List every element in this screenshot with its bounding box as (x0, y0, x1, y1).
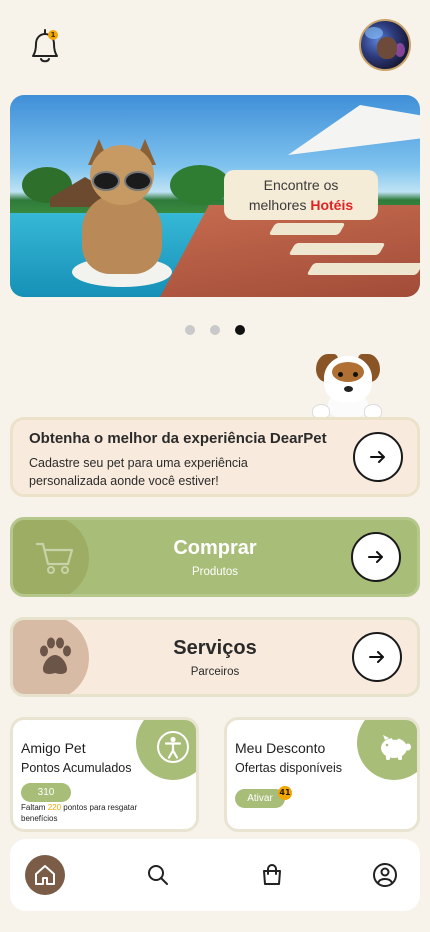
banner-caption: Encontre os melhores Hotéis (224, 170, 378, 220)
home-icon (35, 865, 55, 885)
carousel-dot-3[interactable] (235, 325, 245, 335)
carousel-dot-2[interactable] (210, 325, 220, 335)
dog-with-sunglasses-image (72, 139, 172, 289)
register-pet-card[interactable]: Obtenha o melhor da experiência DearPet … (10, 417, 420, 497)
buy-products-card[interactable]: Comprar Produtos (10, 517, 420, 597)
buy-arrow-button[interactable] (351, 532, 401, 582)
notification-badge: 1 (48, 30, 58, 40)
nav-home[interactable] (25, 855, 65, 895)
discount-subtitle: Ofertas disponíveis (235, 761, 342, 775)
notification-bell-icon[interactable] (26, 26, 64, 66)
amigo-pet-card[interactable]: Amigo Pet Pontos Acumulados 310 Faltam 2… (10, 717, 199, 832)
services-arrow-button[interactable] (352, 632, 402, 682)
bag-icon (263, 864, 281, 885)
nav-search[interactable] (138, 855, 178, 895)
points-note: Faltam 220 pontos para resgatar benefíci… (21, 803, 138, 823)
register-pet-description: Cadastre seu pet para uma experiência pe… (29, 456, 248, 488)
peeking-dog-image (308, 350, 388, 422)
amigo-pet-title: Amigo Pet (21, 740, 86, 756)
arrow-right-icon (370, 451, 385, 463)
user-avatar[interactable] (359, 19, 411, 71)
discount-card[interactable]: Meu Desconto Ofertas disponíveis Ativar … (224, 717, 420, 832)
banner-caption-highlight: Hotéis (310, 197, 354, 213)
banner-caption-line2: melhores (248, 197, 307, 213)
services-card[interactable]: Serviços Parceiros (10, 617, 420, 697)
piggy-bank-icon (377, 732, 413, 766)
banner-caption-line1: Encontre os (263, 177, 339, 193)
offers-count-badge: 41 (278, 786, 292, 800)
arrow-right-icon (369, 651, 384, 663)
discount-title: Meu Desconto (235, 740, 326, 756)
carousel-dot-1[interactable] (185, 325, 195, 335)
arrow-right-icon (368, 551, 383, 563)
register-pet-title: Obtenha o melhor da experiência DearPet (29, 430, 327, 447)
nav-bag[interactable] (252, 855, 292, 895)
bottom-navigation (10, 839, 420, 911)
register-pet-arrow-button[interactable] (353, 432, 403, 482)
points-pill: 310 (21, 783, 71, 802)
amigo-pet-subtitle: Pontos Acumulados (21, 761, 132, 775)
nav-profile[interactable] (365, 855, 405, 895)
search-icon (148, 865, 168, 885)
person-icon (156, 730, 190, 768)
hero-banner[interactable]: Encontre os melhores Hotéis (10, 95, 420, 297)
profile-icon (373, 863, 397, 887)
